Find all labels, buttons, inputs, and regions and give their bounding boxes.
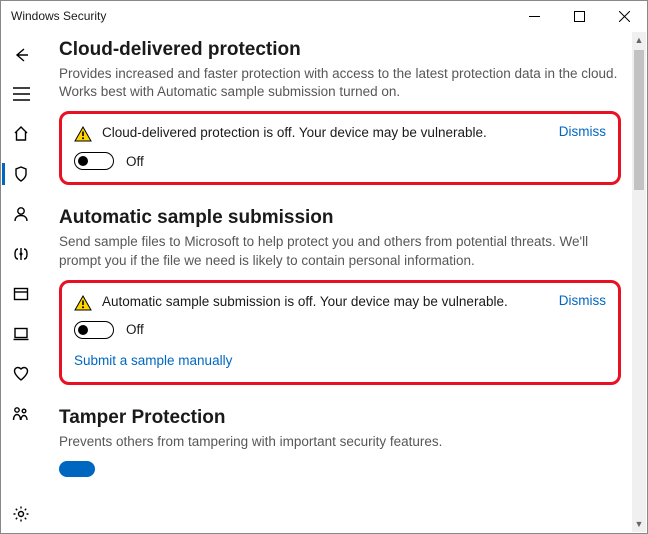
hamburger-icon — [13, 87, 30, 101]
heart-icon — [12, 365, 30, 383]
nav-home[interactable] — [1, 115, 41, 153]
warning-icon — [74, 295, 92, 311]
nav-device-security[interactable] — [1, 315, 41, 353]
person-icon — [12, 205, 30, 223]
toggle-state-label: Off — [126, 154, 144, 169]
window-title: Windows Security — [11, 9, 106, 23]
toggle-state-label: Off — [126, 322, 144, 337]
close-button[interactable] — [602, 1, 647, 31]
family-icon — [11, 405, 31, 423]
nav-menu-button[interactable] — [1, 75, 41, 113]
warning-text: Automatic sample submission is off. Your… — [102, 293, 549, 311]
tamper-toggle-partial[interactable] — [59, 461, 95, 477]
warning-block-cloud: Cloud-delivered protection is off. Your … — [59, 111, 621, 185]
nav-app-browser[interactable] — [1, 275, 41, 313]
nav-account[interactable] — [1, 195, 41, 233]
dismiss-link[interactable]: Dismiss — [559, 124, 606, 139]
section-desc: Prevents others from tampering with impo… — [59, 433, 621, 451]
warning-icon — [74, 126, 92, 142]
app-browser-icon — [12, 285, 30, 303]
warning-text: Cloud-delivered protection is off. Your … — [102, 124, 549, 142]
scroll-up-icon[interactable]: ▲ — [632, 32, 646, 48]
dismiss-link[interactable]: Dismiss — [559, 293, 606, 308]
section-heading: Tamper Protection — [59, 407, 621, 429]
nav-firewall[interactable] — [1, 235, 41, 273]
content-area: Cloud-delivered protection Provides incr… — [41, 31, 647, 533]
nav-family[interactable] — [1, 395, 41, 433]
home-icon — [12, 125, 30, 143]
minimize-button[interactable] — [512, 1, 557, 31]
gear-icon — [12, 505, 30, 523]
section-desc: Send sample files to Microsoft to help p… — [59, 233, 621, 269]
vertical-scrollbar[interactable]: ▲ ▼ — [632, 32, 646, 532]
back-button[interactable] — [1, 37, 41, 73]
titlebar: Windows Security — [1, 1, 647, 31]
nav-virus-protection[interactable] — [1, 155, 41, 193]
network-icon — [11, 245, 31, 263]
sidebar — [1, 31, 41, 533]
section-tamper: Tamper Protection Prevents others from t… — [59, 407, 621, 477]
section-heading: Automatic sample submission — [59, 207, 621, 229]
auto-sample-toggle[interactable] — [74, 321, 114, 339]
maximize-button[interactable] — [557, 1, 602, 31]
app-body: Cloud-delivered protection Provides incr… — [1, 31, 647, 533]
app-window: Windows Security — [0, 0, 648, 534]
shield-icon — [12, 165, 30, 183]
cloud-toggle[interactable] — [74, 152, 114, 170]
nav-device-performance[interactable] — [1, 355, 41, 393]
back-arrow-icon — [12, 46, 30, 64]
scrollbar-thumb[interactable] — [634, 50, 644, 190]
section-heading: Cloud-delivered protection — [59, 39, 621, 61]
device-icon — [12, 325, 30, 343]
warning-block-auto: Automatic sample submission is off. Your… — [59, 280, 621, 385]
nav-settings[interactable] — [1, 495, 41, 533]
section-auto-sample: Automatic sample submission Send sample … — [59, 207, 621, 384]
section-cloud-protection: Cloud-delivered protection Provides incr… — [59, 39, 621, 185]
submit-sample-link[interactable]: Submit a sample manually — [74, 353, 232, 368]
section-desc: Provides increased and faster protection… — [59, 65, 621, 101]
window-controls — [512, 1, 647, 31]
scroll-down-icon[interactable]: ▼ — [632, 516, 646, 532]
